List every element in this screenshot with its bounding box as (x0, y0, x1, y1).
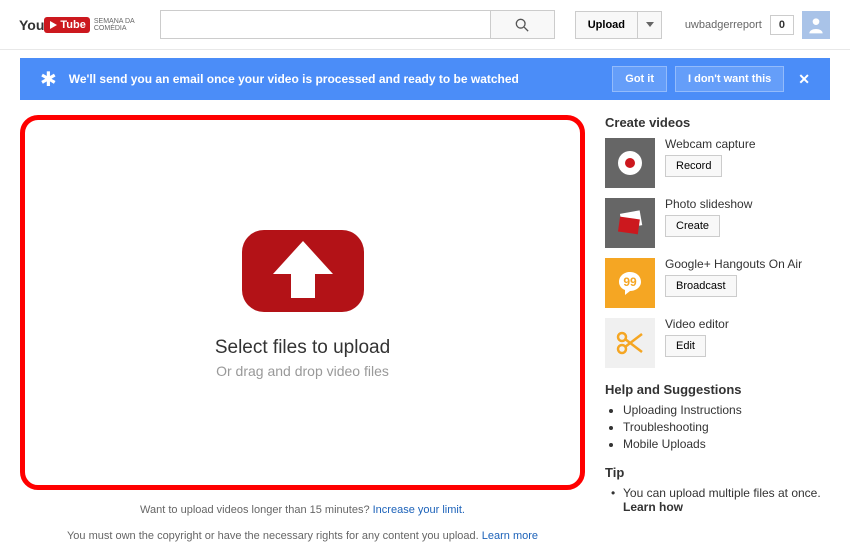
hangouts-icon: 99 (605, 258, 655, 308)
create-item-slideshow: Photo slideshow Create (605, 198, 830, 248)
scissors-icon (605, 318, 655, 368)
header-bar: YouTube SEMANA DACOMÉDIA Upload uwbadger… (0, 0, 850, 50)
help-link-troubleshooting[interactable]: Troubleshooting (623, 420, 830, 434)
help-list: Uploading Instructions Troubleshooting M… (605, 403, 830, 451)
edit-button[interactable]: Edit (665, 335, 706, 357)
search-button[interactable] (490, 10, 555, 39)
create-item-hangouts: 99 Google+ Hangouts On Air Broadcast (605, 258, 830, 308)
notification-banner: ✱ We'll send you an email once your vide… (20, 58, 830, 100)
logo-tube-badge: Tube (44, 17, 89, 33)
upload-button-group: Upload (575, 11, 662, 39)
create-label: Video editor (665, 318, 729, 331)
main-content: Select files to upload Or drag and drop … (0, 100, 850, 557)
dont-want-button[interactable]: I don't want this (675, 66, 784, 92)
notification-text: We'll send you an email once your video … (69, 72, 605, 86)
create-videos-title: Create videos (605, 115, 830, 130)
upload-title: Select files to upload (215, 337, 390, 359)
tip-text: You can upload multiple files at once. L… (605, 486, 830, 514)
logo-subtitle: SEMANA DACOMÉDIA (94, 18, 135, 32)
create-item-webcam: Webcam capture Record (605, 138, 830, 188)
upload-arrow-icon (238, 226, 368, 319)
learn-how-link[interactable]: Learn how (623, 500, 683, 514)
notification-count[interactable]: 0 (770, 15, 794, 35)
search-input[interactable] (160, 10, 490, 39)
header-right: uwbadgerreport 0 (685, 11, 830, 39)
logo-text-you: You (19, 17, 44, 33)
upload-area: Select files to upload Or drag and drop … (20, 115, 585, 542)
got-it-button[interactable]: Got it (612, 66, 667, 92)
create-item-editor: Video editor Edit (605, 318, 830, 368)
asterisk-icon: ✱ (40, 67, 57, 92)
help-link-mobile[interactable]: Mobile Uploads (623, 437, 830, 451)
username-label[interactable]: uwbadgerreport (685, 19, 762, 31)
svg-text:99: 99 (623, 275, 637, 289)
upload-dropzone[interactable]: Select files to upload Or drag and drop … (20, 115, 585, 490)
user-icon (806, 15, 826, 35)
increase-limit-link[interactable]: Increase your limit. (373, 504, 465, 516)
upload-limit-hint: Want to upload videos longer than 15 min… (20, 504, 585, 516)
upload-dropdown-button[interactable] (638, 11, 662, 39)
copyright-hint: You must own the copyright or have the n… (20, 530, 585, 542)
broadcast-button[interactable]: Broadcast (665, 275, 737, 297)
slideshow-icon (605, 198, 655, 248)
create-label: Webcam capture (665, 138, 756, 151)
search-form (160, 10, 555, 39)
upload-button[interactable]: Upload (575, 11, 638, 39)
help-title: Help and Suggestions (605, 382, 830, 397)
learn-more-link[interactable]: Learn more (482, 530, 538, 542)
webcam-icon (605, 138, 655, 188)
create-label: Google+ Hangouts On Air (665, 258, 802, 271)
sidebar: Create videos Webcam capture Record Phot… (605, 115, 830, 542)
help-link-uploading[interactable]: Uploading Instructions (623, 403, 830, 417)
chevron-down-icon (646, 22, 654, 27)
tip-title: Tip (605, 465, 830, 480)
create-button[interactable]: Create (665, 215, 720, 237)
create-label: Photo slideshow (665, 198, 752, 211)
search-icon (515, 18, 529, 32)
record-button[interactable]: Record (665, 155, 722, 177)
close-notification-button[interactable]: ✕ (798, 71, 810, 88)
youtube-logo[interactable]: YouTube SEMANA DACOMÉDIA (20, 17, 135, 33)
user-avatar[interactable] (802, 11, 830, 39)
upload-subtitle: Or drag and drop video files (216, 363, 389, 379)
